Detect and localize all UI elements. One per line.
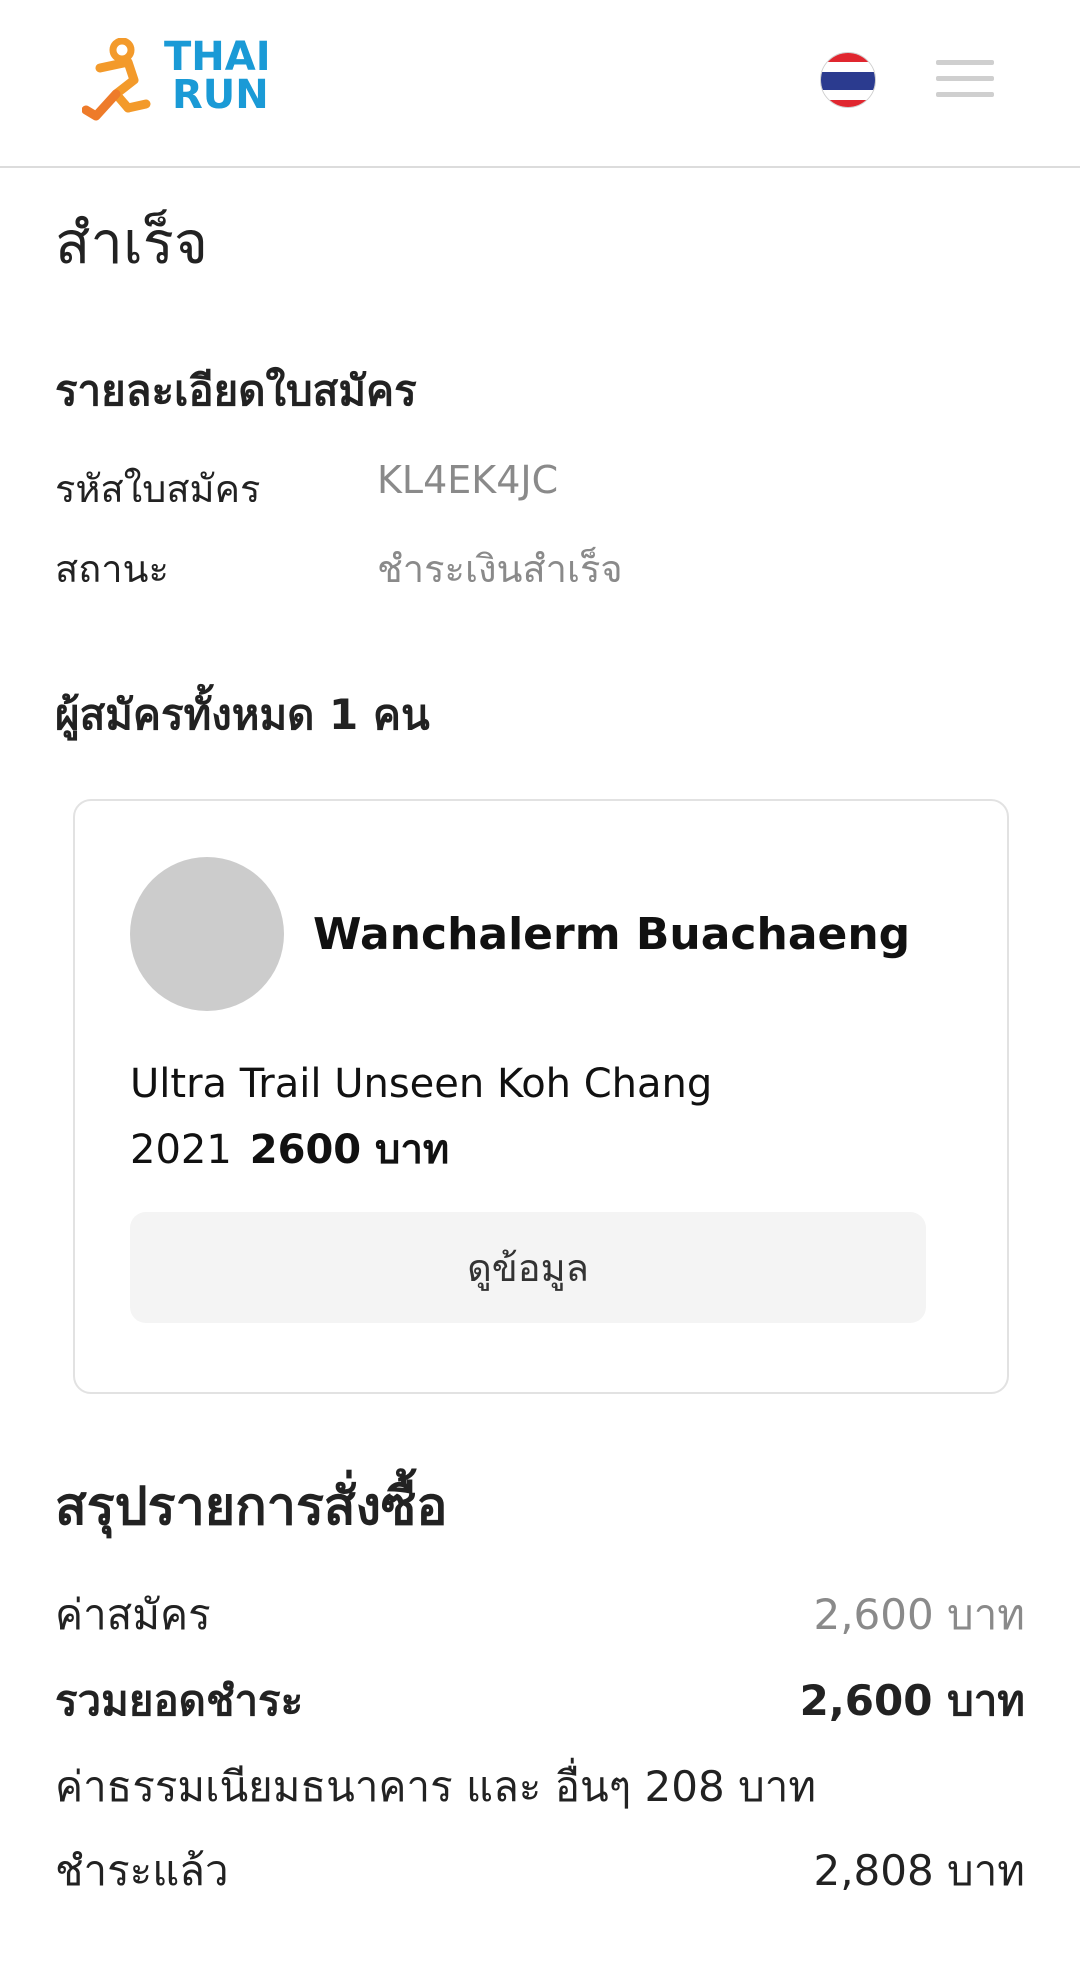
status-value: ชำระเงินสำเร็จ: [377, 547, 623, 591]
page: THAI RUN สำเร็จ รายละเอียดใบสมัคร รหัสใบ…: [0, 0, 1080, 1988]
top-header: THAI RUN: [0, 0, 1080, 168]
logo-wordmark: THAI RUN: [164, 34, 282, 128]
logo-line-1: THAI: [164, 34, 271, 80]
order-summary-heading: สรุปรายการสั่งซื้อ: [55, 1477, 448, 1537]
thailand-flag-icon[interactable]: [820, 52, 876, 108]
registration-fee-label: ค่าสมัคร: [55, 1590, 211, 1639]
flag-band-white-bottom: [821, 90, 875, 100]
view-details-button[interactable]: ดูข้อมูล: [130, 1212, 926, 1323]
flag-band-red-top: [821, 53, 875, 62]
total-label: รวมยอดชำระ: [55, 1676, 304, 1725]
participant-card: Wanchalerm Buachaeng Ultra Trail Unseen …: [73, 799, 1009, 1394]
logo-line-2: RUN: [172, 72, 269, 118]
race-price: 2600 บาท: [249, 1127, 450, 1173]
menu-bar-3: [936, 92, 994, 97]
page-title: สำเร็จ: [55, 209, 208, 277]
application-code-value: KL4EK4JC: [377, 458, 559, 502]
hamburger-menu-icon[interactable]: [936, 60, 994, 98]
participants-heading: ผู้สมัครทั้งหมด 1 คน: [55, 690, 430, 739]
total-value: 2,600 บาท: [799, 1676, 1025, 1725]
participant-name: Wanchalerm Buachaeng: [313, 909, 911, 960]
application-code-label: รหัสใบสมัคร: [55, 467, 261, 511]
runner-logo-icon: [81, 37, 151, 121]
avatar: [130, 857, 284, 1011]
flag-band-blue: [821, 72, 875, 90]
status-label: สถานะ: [55, 547, 169, 591]
flag-band-white-top: [821, 62, 875, 72]
flag-band-red-bottom: [821, 100, 875, 107]
registration-fee-value: 2,600 บาท: [813, 1590, 1025, 1639]
paid-label: ชำระแล้ว: [55, 1846, 229, 1895]
race-info: Ultra Trail Unseen Koh Chang 2021 2600 บา…: [130, 1051, 950, 1183]
application-details-heading: รายละเอียดใบสมัคร: [55, 366, 417, 415]
thairun-logo[interactable]: THAI RUN: [81, 34, 282, 128]
menu-bar-1: [936, 60, 994, 65]
bank-fee-note: ค่าธรรมเนียมธนาคาร และ อื่นๆ 208 บาท: [55, 1762, 817, 1811]
menu-bar-2: [936, 76, 994, 81]
paid-value: 2,808 บาท: [813, 1846, 1025, 1895]
